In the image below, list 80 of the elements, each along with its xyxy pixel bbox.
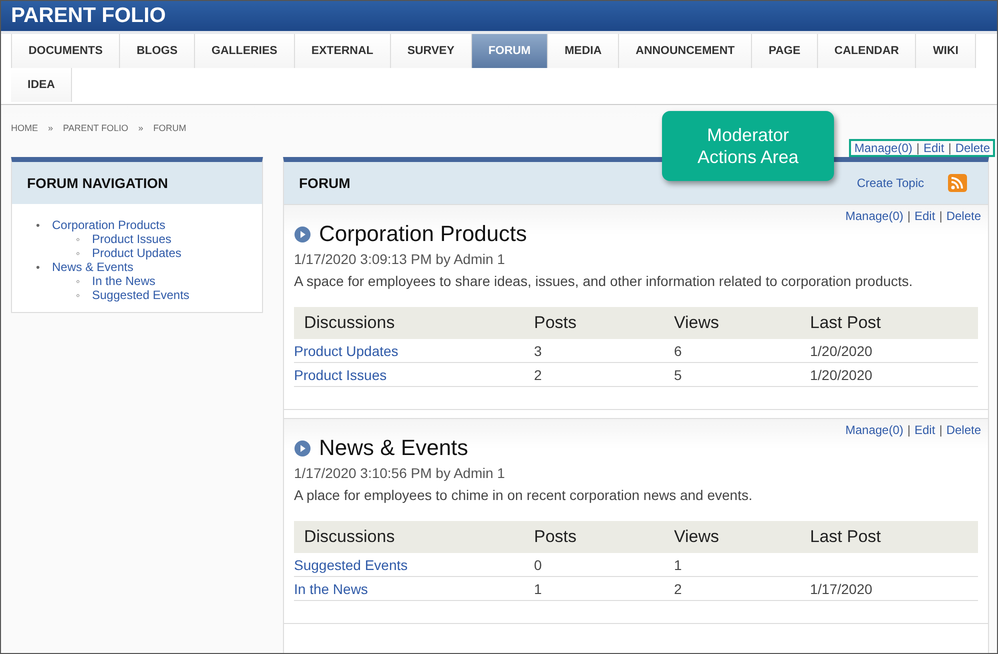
nav-link[interactable]: Product Updates <box>92 246 182 260</box>
separator: | <box>916 141 920 155</box>
table-cell: 1/17/2020 <box>810 576 978 600</box>
category-title[interactable]: Corporation Products <box>319 221 527 247</box>
panel-title: FORUM <box>299 175 352 191</box>
category-meta: 1/17/2020 3:09:13 PM by Admin 1 <box>294 251 506 267</box>
nav-tab[interactable]: MEDIA <box>548 34 620 68</box>
nav-link[interactable]: In the News <box>92 274 156 288</box>
nav-tab[interactable]: ANNOUNCEMENT <box>619 34 752 68</box>
table-cell: 5 <box>674 362 810 386</box>
bullet: ◦ <box>76 234 81 246</box>
bullet: ◦ <box>76 248 81 260</box>
action-link[interactable]: Edit <box>924 141 944 155</box>
separator: | <box>939 209 942 223</box>
column-header: Posts <box>534 307 674 339</box>
action-link[interactable]: Delete <box>946 423 981 437</box>
table-cell: 0 <box>534 553 674 576</box>
create-topic-link[interactable]: Create Topic <box>856 176 924 190</box>
nav-link[interactable]: News & Events <box>52 260 134 274</box>
nav-link[interactable]: Suggested Events <box>92 288 190 302</box>
action-link[interactable]: Delete <box>955 141 990 155</box>
separator: | <box>948 141 952 155</box>
table-cell: 1 <box>674 553 810 576</box>
nav-tab[interactable]: WIKI <box>916 34 976 68</box>
nav-tab[interactable]: EXTERNAL <box>294 34 391 68</box>
bullet: ◦ <box>76 276 81 288</box>
breadcrumb-separator: » <box>48 123 54 135</box>
action-link[interactable]: Manage(0) <box>845 209 904 223</box>
category-description: A space for employees to share ideas, issues, and other information related to corporation products. <box>294 273 914 289</box>
separator: | <box>939 423 942 437</box>
play-icon <box>294 226 311 242</box>
breadcrumb-link[interactable]: FORUM <box>153 123 186 139</box>
panel-title: FORUM NAVIGATION <box>27 175 170 191</box>
column-header: Discussions <box>294 307 534 339</box>
play-icon <box>294 440 311 456</box>
rss-icon[interactable] <box>948 174 967 192</box>
nav-tab[interactable]: CALENDAR <box>818 34 916 68</box>
table-cell: 2 <box>674 576 810 600</box>
table-cell: 2 <box>534 362 674 386</box>
table-cell: 3 <box>534 339 674 362</box>
breadcrumb-link[interactable]: PARENT FOLIO <box>63 123 128 139</box>
separator: | <box>907 209 910 223</box>
action-link[interactable]: Manage(0) <box>845 423 904 437</box>
action-link[interactable]: Edit <box>914 209 936 223</box>
column-header: Last Post <box>810 521 978 553</box>
nav-tab[interactable]: SURVEY <box>390 34 472 68</box>
column-header: Last Post <box>810 307 978 339</box>
table-cell: 1/20/2020 <box>810 339 978 362</box>
nav-tab[interactable]: BLOGS <box>120 34 196 68</box>
discussion-link[interactable]: Suggested Events <box>294 553 534 576</box>
nav-link[interactable]: Product Issues <box>92 232 172 246</box>
nav-tab[interactable]: GALLERIES <box>195 34 295 68</box>
nav-link[interactable]: Corporation Products <box>52 218 166 232</box>
category-description: A place for employees to chime in on recent corporation news and events. <box>294 487 754 503</box>
bullet: • <box>36 220 41 232</box>
category-title[interactable]: News & Events <box>319 435 468 461</box>
category-meta: 1/17/2020 3:10:56 PM by Admin 1 <box>294 465 506 481</box>
nav-tab[interactable]: PAGE <box>752 34 818 68</box>
column-header: Views <box>674 521 810 553</box>
nav-tab[interactable]: IDEA <box>11 68 72 102</box>
bullet: • <box>36 262 41 274</box>
bullet: ◦ <box>76 290 81 302</box>
column-header: Posts <box>534 521 674 553</box>
action-link[interactable]: Delete <box>946 209 981 223</box>
discussion-link[interactable]: Product Issues <box>294 362 534 386</box>
action-link[interactable]: Manage(0) <box>854 141 912 155</box>
discussion-link[interactable]: In the News <box>294 576 534 600</box>
callout-label: Moderator Actions Area <box>662 111 834 181</box>
action-link[interactable]: Edit <box>914 423 936 437</box>
column-header: Views <box>674 307 810 339</box>
table-cell: 6 <box>674 339 810 362</box>
table-cell: 1/20/2020 <box>810 362 978 386</box>
separator: | <box>907 423 910 437</box>
breadcrumb-separator: » <box>138 123 144 135</box>
table-cell: 1 <box>534 576 674 600</box>
column-header: Discussions <box>294 521 534 553</box>
site-title: PARENT FOLIO <box>11 4 166 28</box>
nav-tab[interactable]: DOCUMENTS <box>11 34 120 68</box>
breadcrumb-link[interactable]: HOME <box>11 123 38 139</box>
discussion-link[interactable]: Product Updates <box>294 339 534 362</box>
